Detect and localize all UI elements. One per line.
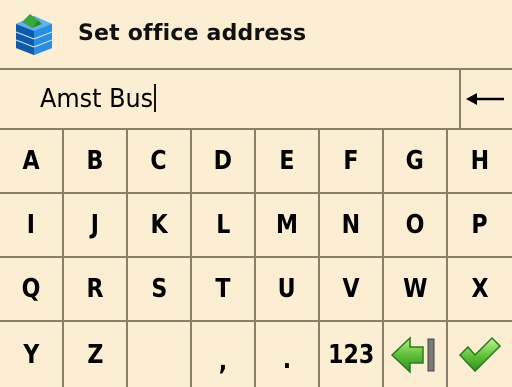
key-label: K <box>150 210 168 240</box>
key-space[interactable] <box>128 322 190 387</box>
key-label: H <box>470 146 490 176</box>
address-input[interactable]: Amst Bus <box>40 70 156 128</box>
key-x[interactable]: X <box>448 258 512 320</box>
key-label: S <box>151 274 167 304</box>
page-title: Set office address <box>78 21 307 46</box>
key-label: . <box>282 344 292 375</box>
key-f[interactable]: F <box>320 130 382 192</box>
key-label: 123 <box>327 339 375 370</box>
key-label: O <box>405 210 425 240</box>
key-i[interactable]: I <box>0 194 62 256</box>
back-button[interactable] <box>384 322 446 387</box>
key-g[interactable]: G <box>384 130 446 192</box>
key-l[interactable]: L <box>192 194 254 256</box>
key-label: T <box>215 274 231 304</box>
key-a[interactable]: A <box>0 130 62 192</box>
key-label: Z <box>86 339 104 370</box>
key-r[interactable]: R <box>64 258 126 320</box>
key-label: L <box>215 210 231 240</box>
key-label: G <box>405 146 425 176</box>
key-label: , <box>218 346 228 377</box>
green-checkmark-icon <box>458 336 502 372</box>
key-label: R <box>86 274 104 304</box>
key-q[interactable]: Q <box>0 258 62 320</box>
keyboard: A B C D E F G H I J K L M N O P Q R S T … <box>0 130 512 387</box>
key-b[interactable]: B <box>64 130 126 192</box>
key-t[interactable]: T <box>192 258 254 320</box>
key-label: N <box>341 210 361 240</box>
key-label: Q <box>21 274 41 304</box>
key-label: W <box>402 274 428 304</box>
backspace-arrow-icon <box>466 93 504 105</box>
key-p[interactable]: P <box>448 194 512 256</box>
key-label: F <box>343 146 359 176</box>
address-entry-screen: Set office address Amst Bus A B C D E F … <box>0 0 512 387</box>
key-u[interactable]: U <box>256 258 318 320</box>
confirm-button[interactable] <box>448 322 512 387</box>
header-bar: Set office address <box>0 0 512 68</box>
key-label: I <box>26 210 36 240</box>
key-j[interactable]: J <box>64 194 126 256</box>
key-label: B <box>86 146 104 176</box>
key-e[interactable]: E <box>256 130 318 192</box>
key-w[interactable]: W <box>384 258 446 320</box>
key-y[interactable]: Y <box>0 322 62 387</box>
key-c[interactable]: C <box>128 130 190 192</box>
green-left-arrow-icon <box>390 335 435 374</box>
key-comma[interactable]: , <box>192 322 254 387</box>
key-label: V <box>342 274 360 304</box>
key-o[interactable]: O <box>384 194 446 256</box>
key-label: X <box>471 274 489 304</box>
key-s[interactable]: S <box>128 258 190 320</box>
key-m[interactable]: M <box>256 194 318 256</box>
key-v[interactable]: V <box>320 258 382 320</box>
backspace-button[interactable] <box>460 70 512 128</box>
address-input-row[interactable]: Amst Bus <box>0 70 512 128</box>
key-label: J <box>90 210 100 240</box>
key-d[interactable]: D <box>192 130 254 192</box>
key-k[interactable]: K <box>128 194 190 256</box>
key-label: A <box>22 146 40 176</box>
key-period[interactable]: . <box>256 322 318 387</box>
key-z[interactable]: Z <box>64 322 126 387</box>
key-label: Y <box>22 339 39 370</box>
key-h[interactable]: H <box>448 130 512 192</box>
key-label: D <box>213 146 233 176</box>
key-label: U <box>278 274 296 304</box>
key-label: M <box>276 210 298 240</box>
key-label: E <box>279 146 295 176</box>
folder-globe-icon <box>15 14 53 55</box>
key-label: P <box>471 210 489 240</box>
key-n[interactable]: N <box>320 194 382 256</box>
text-caret <box>154 83 156 112</box>
address-input-value: Amst Bus <box>40 84 154 114</box>
key-label: C <box>150 146 168 176</box>
key-numeric-toggle[interactable]: 123 <box>320 322 382 387</box>
